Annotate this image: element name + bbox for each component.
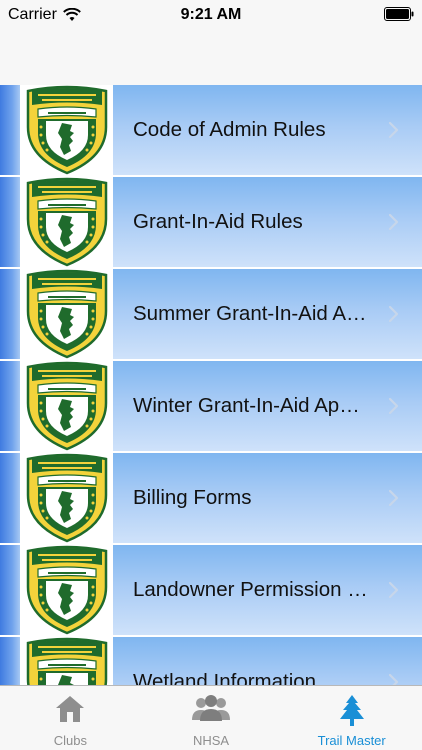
list-item-label: Billing Forms	[133, 453, 370, 543]
trails-bureau-logo	[20, 453, 113, 543]
trails-bureau-logo-icon	[26, 269, 108, 359]
chevron-right-icon	[388, 397, 399, 415]
people-icon	[192, 695, 230, 721]
tab-clubs[interactable]: Clubs	[0, 686, 141, 750]
trail-master-list: Code of Admin Rules Grant-In-Aid Rules S…	[0, 85, 422, 685]
chevron-right-icon	[388, 213, 399, 231]
house-icon	[56, 696, 85, 722]
list-item[interactable]: Code of Admin Rules	[0, 85, 422, 177]
list-item[interactable]: Landowner Permission Form	[0, 545, 422, 637]
list-item-label-text: Grant-In-Aid Rules	[133, 210, 303, 233]
trails-bureau-logo	[20, 361, 113, 451]
trails-bureau-logo-icon	[26, 637, 108, 685]
battery-icon	[384, 7, 414, 21]
list-item-label: Code of Admin Rules	[133, 85, 370, 175]
row-accent-strip	[0, 85, 20, 175]
tab-nhsa-label: NHSA	[192, 733, 230, 748]
row-accent-strip	[0, 269, 20, 359]
app-screen: Carrier 9:21 AM Code of Admin Rules Gran…	[0, 0, 422, 750]
list-item[interactable]: Summer Grant-In-Aid Application	[0, 269, 422, 361]
trails-bureau-logo-icon	[26, 85, 108, 175]
trails-bureau-logo	[20, 545, 113, 635]
tab-trail-master-label: Trail Master	[317, 733, 386, 748]
trails-bureau-logo-icon	[26, 545, 108, 635]
list-item[interactable]: Winter Grant-In-Aid Application	[0, 361, 422, 453]
tab-nhsa[interactable]: NHSA	[141, 686, 282, 750]
list-item[interactable]: Billing Forms	[0, 453, 422, 545]
list-item[interactable]: Grant-In-Aid Rules	[0, 177, 422, 269]
row-accent-strip	[0, 637, 20, 685]
trails-bureau-logo	[20, 269, 113, 359]
navigation-bar	[0, 30, 422, 86]
list-item-label-text: Winter Grant-In-Aid Application	[133, 394, 370, 417]
trails-bureau-logo	[20, 637, 113, 685]
tab-trail-master[interactable]: Trail Master	[281, 686, 422, 750]
tab-clubs-label: Clubs	[53, 733, 87, 748]
list-item-label-text: Landowner Permission Form	[133, 578, 370, 601]
chevron-right-icon	[388, 121, 399, 139]
list-item-label-text: Wetland Information	[133, 670, 317, 685]
status-time: 9:21 AM	[180, 6, 242, 23]
chevron-right-icon	[388, 581, 399, 599]
row-accent-strip	[0, 361, 20, 451]
list-item-label: Winter Grant-In-Aid Application	[133, 361, 370, 451]
trails-bureau-logo	[20, 177, 113, 267]
list-item-label: Summer Grant-In-Aid Application	[133, 269, 370, 359]
trails-bureau-logo	[20, 85, 113, 175]
list-item-label-text: Summer Grant-In-Aid Application	[133, 302, 370, 325]
list-item-label: Wetland Information	[133, 637, 370, 685]
trails-bureau-logo-icon	[26, 453, 108, 543]
list-item-label-text: Code of Admin Rules	[133, 118, 326, 141]
trails-bureau-logo-icon	[26, 177, 108, 267]
status-bar: Carrier 9:21 AM	[0, 0, 422, 30]
chevron-right-icon	[388, 305, 399, 323]
chevron-right-icon	[388, 489, 399, 507]
row-accent-strip	[0, 453, 20, 543]
row-accent-strip	[0, 177, 20, 267]
tab-bar: Clubs NHSA Trail Master	[0, 685, 422, 750]
tree-icon	[339, 695, 364, 726]
chevron-right-icon	[388, 673, 399, 685]
list-item-label: Grant-In-Aid Rules	[133, 177, 370, 267]
trails-bureau-logo-icon	[26, 361, 108, 451]
list-item-label: Landowner Permission Form	[133, 545, 370, 635]
list-item-label-text: Billing Forms	[133, 486, 252, 509]
list-item[interactable]: Wetland Information	[0, 637, 422, 685]
row-accent-strip	[0, 545, 20, 635]
